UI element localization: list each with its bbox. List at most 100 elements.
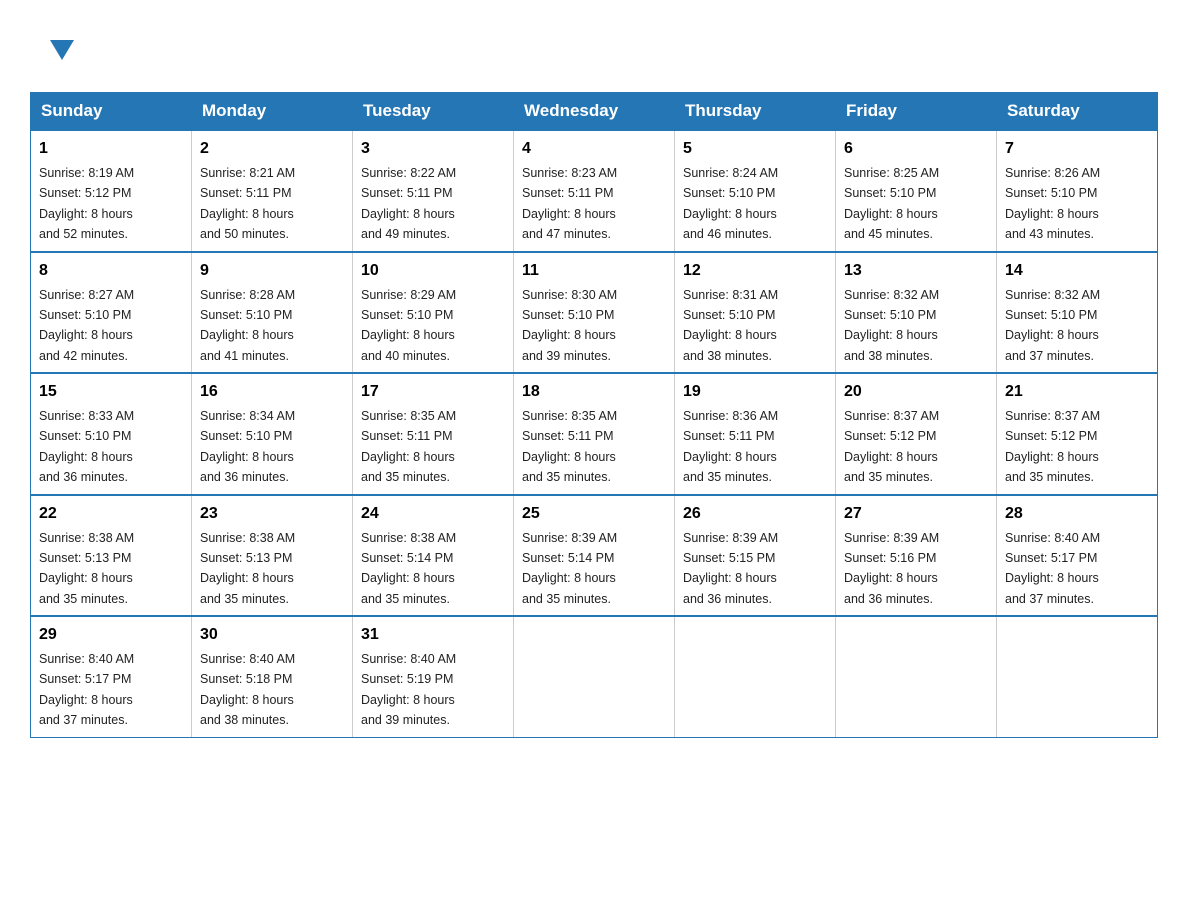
calendar-cell: 22 Sunrise: 8:38 AMSunset: 5:13 PMDaylig… bbox=[31, 495, 192, 617]
calendar-cell: 25 Sunrise: 8:39 AMSunset: 5:14 PMDaylig… bbox=[514, 495, 675, 617]
day-number: 4 bbox=[522, 137, 666, 161]
day-info: Sunrise: 8:39 AMSunset: 5:15 PMDaylight:… bbox=[683, 531, 778, 606]
calendar-cell bbox=[836, 616, 997, 737]
day-number: 8 bbox=[39, 259, 183, 283]
logo-icon bbox=[30, 22, 78, 74]
day-info: Sunrise: 8:40 AMSunset: 5:17 PMDaylight:… bbox=[1005, 531, 1100, 606]
calendar-week-row: 22 Sunrise: 8:38 AMSunset: 5:13 PMDaylig… bbox=[31, 495, 1158, 617]
calendar-cell: 1 Sunrise: 8:19 AMSunset: 5:12 PMDayligh… bbox=[31, 130, 192, 252]
calendar-cell: 8 Sunrise: 8:27 AMSunset: 5:10 PMDayligh… bbox=[31, 252, 192, 374]
day-info: Sunrise: 8:32 AMSunset: 5:10 PMDaylight:… bbox=[1005, 288, 1100, 363]
day-info: Sunrise: 8:34 AMSunset: 5:10 PMDaylight:… bbox=[200, 409, 295, 484]
calendar-cell: 10 Sunrise: 8:29 AMSunset: 5:10 PMDaylig… bbox=[353, 252, 514, 374]
calendar-cell: 9 Sunrise: 8:28 AMSunset: 5:10 PMDayligh… bbox=[192, 252, 353, 374]
calendar-cell: 19 Sunrise: 8:36 AMSunset: 5:11 PMDaylig… bbox=[675, 373, 836, 495]
day-number: 30 bbox=[200, 623, 344, 647]
calendar-header-saturday: Saturday bbox=[997, 93, 1158, 131]
day-number: 19 bbox=[683, 380, 827, 404]
calendar-cell: 2 Sunrise: 8:21 AMSunset: 5:11 PMDayligh… bbox=[192, 130, 353, 252]
calendar-cell bbox=[997, 616, 1158, 737]
day-number: 6 bbox=[844, 137, 988, 161]
day-number: 7 bbox=[1005, 137, 1149, 161]
day-info: Sunrise: 8:38 AMSunset: 5:14 PMDaylight:… bbox=[361, 531, 456, 606]
calendar-header-tuesday: Tuesday bbox=[353, 93, 514, 131]
calendar-cell bbox=[675, 616, 836, 737]
calendar-header-monday: Monday bbox=[192, 93, 353, 131]
day-info: Sunrise: 8:26 AMSunset: 5:10 PMDaylight:… bbox=[1005, 166, 1100, 241]
day-number: 29 bbox=[39, 623, 183, 647]
calendar-cell: 11 Sunrise: 8:30 AMSunset: 5:10 PMDaylig… bbox=[514, 252, 675, 374]
calendar-cell: 7 Sunrise: 8:26 AMSunset: 5:10 PMDayligh… bbox=[997, 130, 1158, 252]
day-number: 22 bbox=[39, 502, 183, 526]
calendar-cell: 17 Sunrise: 8:35 AMSunset: 5:11 PMDaylig… bbox=[353, 373, 514, 495]
day-number: 11 bbox=[522, 259, 666, 283]
logo bbox=[30, 20, 84, 72]
day-number: 23 bbox=[200, 502, 344, 526]
day-info: Sunrise: 8:39 AMSunset: 5:14 PMDaylight:… bbox=[522, 531, 617, 606]
calendar-cell: 4 Sunrise: 8:23 AMSunset: 5:11 PMDayligh… bbox=[514, 130, 675, 252]
day-number: 13 bbox=[844, 259, 988, 283]
day-number: 20 bbox=[844, 380, 988, 404]
day-number: 28 bbox=[1005, 502, 1149, 526]
day-info: Sunrise: 8:23 AMSunset: 5:11 PMDaylight:… bbox=[522, 166, 617, 241]
calendar-header-sunday: Sunday bbox=[31, 93, 192, 131]
calendar-cell: 27 Sunrise: 8:39 AMSunset: 5:16 PMDaylig… bbox=[836, 495, 997, 617]
calendar-cell: 16 Sunrise: 8:34 AMSunset: 5:10 PMDaylig… bbox=[192, 373, 353, 495]
day-number: 25 bbox=[522, 502, 666, 526]
day-number: 12 bbox=[683, 259, 827, 283]
day-info: Sunrise: 8:30 AMSunset: 5:10 PMDaylight:… bbox=[522, 288, 617, 363]
calendar-cell: 20 Sunrise: 8:37 AMSunset: 5:12 PMDaylig… bbox=[836, 373, 997, 495]
calendar-cell: 21 Sunrise: 8:37 AMSunset: 5:12 PMDaylig… bbox=[997, 373, 1158, 495]
calendar-week-row: 8 Sunrise: 8:27 AMSunset: 5:10 PMDayligh… bbox=[31, 252, 1158, 374]
day-info: Sunrise: 8:25 AMSunset: 5:10 PMDaylight:… bbox=[844, 166, 939, 241]
calendar-header-thursday: Thursday bbox=[675, 93, 836, 131]
calendar-week-row: 15 Sunrise: 8:33 AMSunset: 5:10 PMDaylig… bbox=[31, 373, 1158, 495]
day-info: Sunrise: 8:29 AMSunset: 5:10 PMDaylight:… bbox=[361, 288, 456, 363]
day-number: 9 bbox=[200, 259, 344, 283]
calendar-cell: 13 Sunrise: 8:32 AMSunset: 5:10 PMDaylig… bbox=[836, 252, 997, 374]
calendar-cell: 29 Sunrise: 8:40 AMSunset: 5:17 PMDaylig… bbox=[31, 616, 192, 737]
day-info: Sunrise: 8:31 AMSunset: 5:10 PMDaylight:… bbox=[683, 288, 778, 363]
day-info: Sunrise: 8:37 AMSunset: 5:12 PMDaylight:… bbox=[844, 409, 939, 484]
day-info: Sunrise: 8:40 AMSunset: 5:19 PMDaylight:… bbox=[361, 652, 456, 727]
calendar-cell: 18 Sunrise: 8:35 AMSunset: 5:11 PMDaylig… bbox=[514, 373, 675, 495]
page-header bbox=[30, 20, 1158, 72]
calendar-cell: 5 Sunrise: 8:24 AMSunset: 5:10 PMDayligh… bbox=[675, 130, 836, 252]
day-info: Sunrise: 8:40 AMSunset: 5:18 PMDaylight:… bbox=[200, 652, 295, 727]
calendar-cell: 23 Sunrise: 8:38 AMSunset: 5:13 PMDaylig… bbox=[192, 495, 353, 617]
day-info: Sunrise: 8:36 AMSunset: 5:11 PMDaylight:… bbox=[683, 409, 778, 484]
day-info: Sunrise: 8:38 AMSunset: 5:13 PMDaylight:… bbox=[39, 531, 134, 606]
day-number: 16 bbox=[200, 380, 344, 404]
calendar-week-row: 1 Sunrise: 8:19 AMSunset: 5:12 PMDayligh… bbox=[31, 130, 1158, 252]
day-info: Sunrise: 8:24 AMSunset: 5:10 PMDaylight:… bbox=[683, 166, 778, 241]
day-number: 3 bbox=[361, 137, 505, 161]
day-number: 31 bbox=[361, 623, 505, 647]
day-info: Sunrise: 8:40 AMSunset: 5:17 PMDaylight:… bbox=[39, 652, 134, 727]
calendar-week-row: 29 Sunrise: 8:40 AMSunset: 5:17 PMDaylig… bbox=[31, 616, 1158, 737]
calendar-cell: 12 Sunrise: 8:31 AMSunset: 5:10 PMDaylig… bbox=[675, 252, 836, 374]
day-number: 5 bbox=[683, 137, 827, 161]
calendar-table: SundayMondayTuesdayWednesdayThursdayFrid… bbox=[30, 92, 1158, 738]
day-number: 10 bbox=[361, 259, 505, 283]
calendar-cell: 15 Sunrise: 8:33 AMSunset: 5:10 PMDaylig… bbox=[31, 373, 192, 495]
day-info: Sunrise: 8:35 AMSunset: 5:11 PMDaylight:… bbox=[522, 409, 617, 484]
calendar-header-friday: Friday bbox=[836, 93, 997, 131]
day-info: Sunrise: 8:19 AMSunset: 5:12 PMDaylight:… bbox=[39, 166, 134, 241]
day-info: Sunrise: 8:33 AMSunset: 5:10 PMDaylight:… bbox=[39, 409, 134, 484]
calendar-cell: 24 Sunrise: 8:38 AMSunset: 5:14 PMDaylig… bbox=[353, 495, 514, 617]
day-number: 21 bbox=[1005, 380, 1149, 404]
day-number: 27 bbox=[844, 502, 988, 526]
day-info: Sunrise: 8:37 AMSunset: 5:12 PMDaylight:… bbox=[1005, 409, 1100, 484]
day-number: 1 bbox=[39, 137, 183, 161]
day-number: 26 bbox=[683, 502, 827, 526]
day-number: 24 bbox=[361, 502, 505, 526]
calendar-header-wednesday: Wednesday bbox=[514, 93, 675, 131]
calendar-header-row: SundayMondayTuesdayWednesdayThursdayFrid… bbox=[31, 93, 1158, 131]
day-number: 17 bbox=[361, 380, 505, 404]
calendar-cell: 6 Sunrise: 8:25 AMSunset: 5:10 PMDayligh… bbox=[836, 130, 997, 252]
day-info: Sunrise: 8:39 AMSunset: 5:16 PMDaylight:… bbox=[844, 531, 939, 606]
calendar-cell: 14 Sunrise: 8:32 AMSunset: 5:10 PMDaylig… bbox=[997, 252, 1158, 374]
day-info: Sunrise: 8:35 AMSunset: 5:11 PMDaylight:… bbox=[361, 409, 456, 484]
calendar-cell: 31 Sunrise: 8:40 AMSunset: 5:19 PMDaylig… bbox=[353, 616, 514, 737]
day-info: Sunrise: 8:28 AMSunset: 5:10 PMDaylight:… bbox=[200, 288, 295, 363]
